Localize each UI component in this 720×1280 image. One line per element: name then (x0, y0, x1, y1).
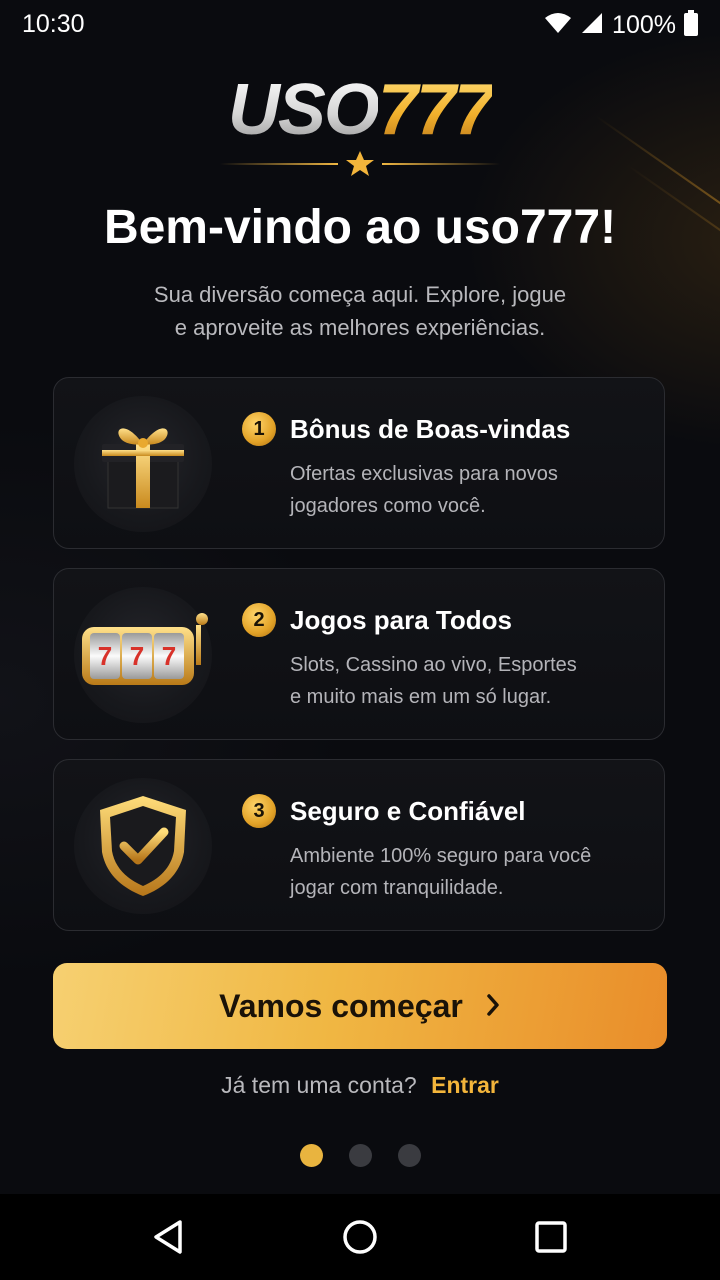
chevron-right-icon (485, 988, 501, 1025)
feature-title: Bônus de Boas-vindas (290, 414, 571, 444)
svg-text:7: 7 (98, 641, 112, 671)
status-bar: 10:30 100% (0, 0, 720, 50)
start-button[interactable]: Vamos começar (53, 963, 667, 1049)
feature-description: Slots, Cassino ao vivo, Esportes e muito… (290, 649, 630, 713)
home-circle-icon[interactable] (337, 1214, 383, 1260)
logo-text-777: 777 (377, 70, 494, 150)
svg-text:7: 7 (162, 641, 176, 671)
login-prompt-row: Já tem uma conta? Entrar (0, 1072, 720, 1099)
welcome-title: Bem-vindo ao uso777! (103, 201, 617, 254)
battery-percent: 100% (612, 11, 676, 39)
feature-description-line: Slots, Cassino ao vivo, Esportes (290, 654, 577, 676)
status-time: 10:30 (22, 10, 85, 38)
feature-card-games: 7 7 7 2 Jogos para Todos Slots, Cassino … (53, 568, 665, 740)
back-triangle-icon[interactable] (146, 1214, 192, 1260)
start-button-label: Vamos começar (219, 987, 463, 1024)
wifi-icon (544, 11, 572, 40)
pagination-dot-active[interactable] (300, 1144, 323, 1167)
welcome-subtitle: Sua diversão começa aqui. Explore, jogue… (110, 278, 610, 344)
login-link[interactable]: Entrar (431, 1072, 499, 1098)
slot-machine-icon: 7 7 7 (74, 587, 212, 723)
pagination-dots (300, 1144, 421, 1167)
welcome-subtitle-line: Sua diversão começa aqui. Explore, jogue (153, 282, 567, 307)
system-navigation-bar (0, 1194, 720, 1280)
logo-star-divider (220, 151, 500, 176)
recents-square-icon[interactable] (528, 1214, 574, 1260)
feature-description: Ambiente 100% seguro para você jogar com… (290, 840, 630, 904)
feature-title: Jogos para Todos (290, 605, 512, 635)
feature-description: Ofertas exclusivas para novos jogadores … (290, 458, 630, 522)
feature-number-badge: 2 (242, 603, 276, 637)
feature-description-line: Ambiente 100% seguro para você (290, 845, 592, 867)
feature-number-badge: 1 (242, 412, 276, 446)
feature-card-bonus: 1 Bônus de Boas-vindas Ofertas exclusiva… (53, 377, 665, 549)
battery-icon (684, 10, 698, 41)
brand-logo: USO777 (0, 74, 720, 146)
feature-description-line: e muito mais em um só lugar. (290, 686, 552, 708)
signal-icon (580, 11, 604, 40)
logo-text-uso: USO (227, 70, 380, 150)
status-icons: 100% (544, 10, 698, 41)
shield-check-icon (74, 778, 212, 914)
feature-card-security: 3 Seguro e Confiável Ambiente 100% segur… (53, 759, 665, 931)
feature-number-badge: 3 (242, 794, 276, 828)
pagination-dot[interactable] (349, 1144, 372, 1167)
welcome-subtitle-line: e aproveite as melhores experiências. (174, 315, 546, 340)
login-prompt: Já tem uma conta? (221, 1072, 417, 1098)
feature-title: Seguro e Confiável (290, 796, 526, 826)
gift-box-icon (74, 396, 212, 532)
svg-text:7: 7 (130, 641, 144, 671)
feature-description-line: Ofertas exclusivas para novos (290, 463, 558, 485)
pagination-dot[interactable] (398, 1144, 421, 1167)
feature-description-line: jogadores como você. (290, 495, 486, 517)
feature-description-line: jogar com tranquilidade. (290, 877, 504, 899)
